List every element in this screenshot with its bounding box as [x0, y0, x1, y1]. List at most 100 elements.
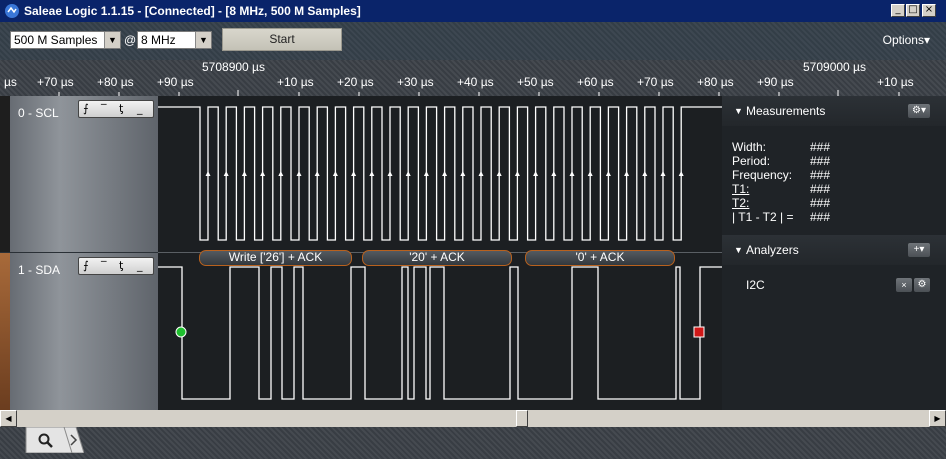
- falling-edge-icon[interactable]: ƫ: [119, 102, 123, 115]
- channel-panel-scl[interactable]: 0 - SCL ⨍ ‾ ƫ _: [0, 96, 158, 252]
- measurement-value: ###: [810, 168, 831, 182]
- rising-edge-marker: [569, 171, 575, 176]
- measurements-header[interactable]: ▼ Measurements ⚙▾: [722, 96, 946, 126]
- t1-label[interactable]: T1:: [732, 182, 749, 196]
- chevron-down-icon[interactable]: ▼: [104, 32, 120, 48]
- scroll-left-icon[interactable]: ◀: [0, 410, 17, 427]
- rising-edge-marker: [260, 171, 266, 176]
- rising-edge-icon[interactable]: ⨍: [83, 259, 89, 272]
- title-bar: Saleae Logic 1.1.15 - [Connected] - [8 M…: [0, 0, 946, 22]
- rising-edge-marker: [278, 171, 284, 176]
- close-icon[interactable]: ×: [896, 278, 912, 292]
- rising-edge-marker: [624, 171, 630, 176]
- tick-label: µs: [4, 75, 17, 89]
- collapse-triangle-icon[interactable]: ▼: [734, 106, 743, 116]
- rising-edge-marker: [332, 171, 338, 176]
- measurement-value: ###: [810, 154, 831, 168]
- app-icon: [5, 4, 19, 18]
- rate-value: 8 MHz: [141, 33, 176, 47]
- analyzers-title: Analyzers: [746, 243, 799, 257]
- decoded-bubble[interactable]: '20' + ACK: [362, 250, 512, 266]
- tick-label: +70 µs: [637, 75, 674, 89]
- samples-select[interactable]: 500 M Samples ▼: [10, 31, 121, 49]
- analyzer-item[interactable]: I2C × ⚙: [722, 270, 946, 300]
- analyzers-header[interactable]: ▼ Analyzers +▾: [722, 235, 946, 265]
- channel-color-stripe: [0, 96, 10, 252]
- rate-select[interactable]: 8 MHz ▼: [137, 31, 212, 49]
- low-level-icon[interactable]: _: [137, 102, 143, 115]
- analyzer-name: I2C: [746, 278, 765, 292]
- decoded-bubble[interactable]: Write ['26'] + ACK: [199, 250, 352, 266]
- collapse-triangle-icon[interactable]: ▼: [734, 245, 743, 255]
- tick-label: +20 µs: [337, 75, 374, 89]
- bottom-tab-strip: [0, 427, 946, 459]
- waveform-area[interactable]: Write ['26'] + ACK '20' + ACK '0' + ACK: [158, 96, 722, 410]
- scl-clock-markers: [205, 171, 684, 176]
- scroll-right-icon[interactable]: ▶: [929, 410, 946, 427]
- decoded-bubble[interactable]: '0' + ACK: [525, 250, 675, 266]
- rising-edge-marker: [369, 171, 375, 176]
- rising-edge-marker: [660, 171, 666, 176]
- samples-value: 500 M Samples: [14, 33, 98, 47]
- minimize-button[interactable]: _: [891, 4, 905, 17]
- measurement-label: Frequency:: [732, 168, 793, 182]
- rising-edge-marker: [423, 171, 429, 176]
- scl-waveform: [158, 106, 722, 241]
- rising-edge-marker: [514, 171, 520, 176]
- horizontal-scrollbar[interactable]: ◀ ▶: [0, 410, 946, 427]
- close-button[interactable]: ×: [922, 4, 936, 17]
- window-title: Saleae Logic 1.1.15 - [Connected] - [8 M…: [24, 4, 361, 18]
- measurement-value: ###: [810, 196, 831, 210]
- time-ruler[interactable]: 5708900 µs 5709000 µs µs +70 µs +80 µs +…: [0, 60, 946, 96]
- trigger-selector[interactable]: ⨍ ‾ ƫ _: [78, 257, 154, 275]
- search-tab[interactable]: [24, 427, 84, 453]
- measurement-label: Period:: [732, 154, 771, 168]
- tick-label: +10 µs: [277, 75, 314, 89]
- rising-edge-marker: [442, 171, 448, 176]
- start-button[interactable]: Start: [222, 28, 342, 51]
- rising-edge-marker: [496, 171, 502, 176]
- gear-icon[interactable]: ⚙▾: [908, 104, 930, 118]
- tick-label: +10 µs: [877, 75, 914, 89]
- tick-label: +40 µs: [457, 75, 494, 89]
- measurement-value: ###: [810, 210, 831, 224]
- rising-edge-marker: [642, 171, 648, 176]
- ruler-ticks: [58, 90, 900, 96]
- rising-edge-marker: [223, 171, 229, 176]
- tick-label: +80 µs: [97, 75, 134, 89]
- measurement-label: Width:: [732, 140, 767, 154]
- high-level-icon[interactable]: ‾: [101, 259, 107, 272]
- tick-label: +90 µs: [757, 75, 794, 89]
- tick-label: +70 µs: [37, 75, 74, 89]
- high-level-icon[interactable]: ‾: [101, 102, 107, 115]
- rising-edge-marker: [478, 171, 484, 176]
- tick-label: +80 µs: [697, 75, 734, 89]
- add-analyzer-icon[interactable]: +▾: [908, 243, 930, 257]
- rising-edge-icon[interactable]: ⨍: [83, 102, 89, 115]
- abs-time-left: 5708900 µs: [202, 60, 265, 74]
- rising-edge-marker: [551, 171, 557, 176]
- gear-icon[interactable]: ⚙: [914, 278, 930, 292]
- channel-color-stripe: [0, 253, 10, 410]
- rising-edge-marker: [241, 171, 247, 176]
- rising-edge-marker: [296, 171, 302, 176]
- maximize-button[interactable]: □: [906, 4, 920, 17]
- low-level-icon[interactable]: _: [137, 259, 143, 272]
- falling-edge-icon[interactable]: ƫ: [119, 259, 123, 272]
- tick-label: +30 µs: [397, 75, 434, 89]
- tick-label: +60 µs: [577, 75, 614, 89]
- measurements-title: Measurements: [746, 104, 826, 118]
- rising-edge-marker: [314, 171, 320, 176]
- abs-time-right: 5709000 µs: [803, 60, 866, 74]
- chevron-down-icon[interactable]: ▼: [195, 32, 211, 48]
- rising-edge-marker: [405, 171, 411, 176]
- at-label: @: [124, 33, 137, 47]
- rising-edge-marker: [351, 171, 357, 176]
- t2-label[interactable]: T2:: [732, 196, 749, 210]
- options-menu[interactable]: Options▾: [883, 33, 930, 47]
- rising-edge-marker: [587, 171, 593, 176]
- scrollbar-thumb[interactable]: [516, 410, 528, 427]
- channel-panel-sda[interactable]: 1 - SDA ⨍ ‾ ƫ _: [0, 253, 158, 410]
- rising-edge-marker: [605, 171, 611, 176]
- trigger-selector[interactable]: ⨍ ‾ ƫ _: [78, 100, 154, 118]
